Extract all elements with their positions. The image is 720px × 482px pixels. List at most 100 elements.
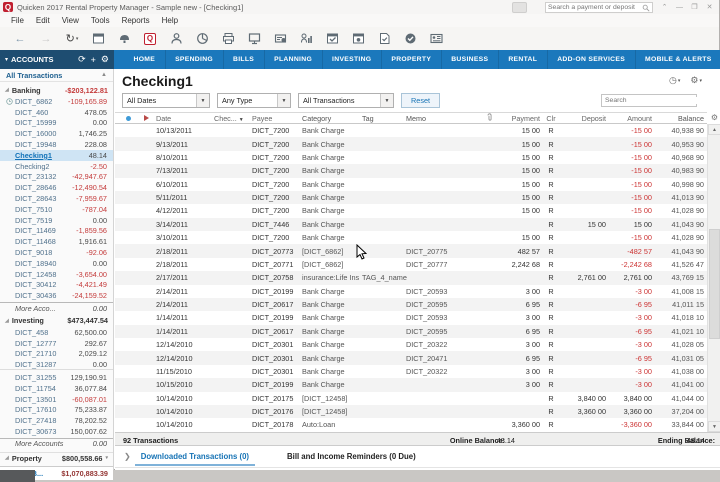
nav-property[interactable]: PROPERTY	[382, 50, 442, 69]
reset-filters-button[interactable]: Reset	[401, 93, 440, 108]
table-row[interactable]: 10/15/2010 DICT_20199 Bank Charge 3 00 R…	[115, 378, 707, 391]
sidebar-item-checking2[interactable]: Checking2 -2.50	[0, 161, 113, 172]
menu-edit[interactable]: Edit	[30, 16, 56, 25]
row-payee-cell[interactable]: DICT_7200	[249, 193, 299, 202]
table-row[interactable]: 2/18/2011 DICT_20771 [DICT_6862] DICT_20…	[115, 258, 707, 271]
row-memo-cell[interactable]: DICT_20322	[403, 340, 483, 349]
row-clr-cell[interactable]: R	[543, 420, 559, 429]
sidebar-item-dict-13501[interactable]: DICT_13501 -60,087.01	[0, 394, 113, 405]
row-date-cell[interactable]: 6/10/2011	[153, 180, 211, 189]
row-payee-cell[interactable]: DICT_20617	[249, 300, 299, 309]
row-date-cell[interactable]: 10/14/2010	[153, 394, 211, 403]
scroll-up-icon[interactable]: ▲	[101, 72, 107, 78]
row-balance-cell[interactable]: 37,204 00	[655, 407, 707, 416]
row-balance-cell[interactable]: 41,043 90	[655, 247, 707, 256]
calendar-icon[interactable]	[85, 30, 111, 47]
row-balance-cell[interactable]: 41,013 90	[655, 193, 707, 202]
sidebar-item-dict-28643[interactable]: DICT_28643 -7,959.67	[0, 193, 113, 204]
table-row[interactable]: 2/17/2011 DICT_20758 insurance:Life Ins …	[115, 271, 707, 284]
row-payment-cell[interactable]: 15 00	[495, 180, 543, 189]
row-amount-cell[interactable]: 2,761 00	[609, 273, 655, 282]
check-column-header[interactable]: Chec...▼	[211, 114, 249, 123]
row-category-cell[interactable]: Bank Charge	[299, 126, 359, 135]
address-card-icon[interactable]	[423, 30, 449, 47]
row-deposit-cell[interactable]: 15 00	[559, 220, 609, 229]
table-row[interactable]: 4/12/2011 DICT_7200 Bank Charge 15 00 R …	[115, 204, 707, 217]
row-balance-cell[interactable]: 41,044 00	[655, 394, 707, 403]
row-payment-cell[interactable]: 15 00	[495, 206, 543, 215]
bill-pay-icon[interactable]	[267, 30, 293, 47]
row-balance-cell[interactable]: 33,844 00	[655, 420, 707, 429]
row-memo-cell[interactable]: DICT_20595	[403, 327, 483, 336]
attachment-column-header[interactable]	[483, 113, 495, 124]
row-date-cell[interactable]: 8/10/2011	[153, 153, 211, 162]
sidebar-item-dict-7519[interactable]: DICT_7519 0.00	[0, 215, 113, 226]
row-payment-cell[interactable]: 3 00	[495, 313, 543, 322]
table-row[interactable]: 9/13/2011 DICT_7200 Bank Charge 15 00 R …	[115, 137, 707, 150]
row-payee-cell[interactable]: DICT_7200	[249, 166, 299, 175]
row-date-cell[interactable]: 1/14/2011	[153, 327, 211, 336]
row-amount-cell[interactable]: -482 57	[609, 247, 655, 256]
row-clr-cell[interactable]: R	[543, 380, 559, 389]
sidebar-item-dict-12458[interactable]: DICT_12458 -3,654.00	[0, 269, 113, 280]
nav-investing[interactable]: INVESTING	[323, 50, 382, 69]
row-date-cell[interactable]: 12/14/2010	[153, 340, 211, 349]
row-date-cell[interactable]: 5/11/2011	[153, 193, 211, 202]
row-date-cell[interactable]: 4/12/2011	[153, 206, 211, 215]
row-clr-cell[interactable]: R	[543, 153, 559, 162]
sidebar-item-dict-27418[interactable]: DICT_27418 78,202.52	[0, 415, 113, 426]
table-row[interactable]: 10/13/2011 DICT_7200 Bank Charge 15 00 R…	[115, 124, 707, 137]
table-row[interactable]: 1/14/2011 DICT_20617 Bank Charge DICT_20…	[115, 325, 707, 338]
row-payment-cell[interactable]: 15 00	[495, 140, 543, 149]
menu-view[interactable]: View	[56, 16, 85, 25]
accounts-panel-header[interactable]: ▾ ACCOUNTS ⟳ + ⚙	[0, 50, 114, 69]
row-balance-cell[interactable]: 41,018 10	[655, 313, 707, 322]
row-deposit-cell[interactable]: 2,761 00	[559, 273, 609, 282]
row-balance-cell[interactable]: 41,011 15	[655, 300, 707, 309]
sidebar-item-dict-11754[interactable]: DICT_11754 36,077.84	[0, 383, 113, 394]
row-clr-cell[interactable]: R	[543, 166, 559, 175]
add-account-icon[interactable]: +	[91, 55, 96, 65]
row-payee-cell[interactable]: DICT_20199	[249, 287, 299, 296]
row-date-cell[interactable]: 3/10/2011	[153, 233, 211, 242]
refresh-accounts-icon[interactable]: ⟳	[78, 54, 86, 65]
register-actions-gear-icon[interactable]: ⚙▾	[690, 75, 702, 86]
row-amount-cell[interactable]: -15 00	[609, 140, 655, 149]
row-payee-cell[interactable]: DICT_20758	[249, 273, 299, 282]
transactions-filter-select[interactable]: All Transactions ▼	[298, 93, 394, 108]
row-clr-cell[interactable]: R	[543, 126, 559, 135]
row-payee-cell[interactable]: DICT_20199	[249, 313, 299, 322]
row-clr-cell[interactable]: R	[543, 206, 559, 215]
row-category-cell[interactable]: Bank Charge	[299, 340, 359, 349]
table-row[interactable]: 2/14/2011 DICT_20617 Bank Charge DICT_20…	[115, 298, 707, 311]
row-amount-cell[interactable]: 15 00	[609, 220, 655, 229]
sidebar-item-dict-9018[interactable]: DICT_9018 -92.06	[0, 247, 113, 258]
clr-column-header[interactable]: Clr	[543, 114, 559, 123]
contacts-icon[interactable]	[163, 30, 189, 47]
table-row[interactable]: 12/14/2010 DICT_20301 Bank Charge DICT_2…	[115, 338, 707, 351]
sidebar-item-dict-23132[interactable]: DICT_23132 -42,947.67	[0, 172, 113, 183]
row-payee-cell[interactable]: DICT_7446	[249, 220, 299, 229]
row-date-cell[interactable]: 10/15/2010	[153, 380, 211, 389]
row-category-cell[interactable]: Bank Charge	[299, 233, 359, 242]
maximize-button[interactable]: ❐	[687, 1, 702, 13]
row-amount-cell[interactable]: -15 00	[609, 233, 655, 242]
row-category-cell[interactable]: Bank Charge	[299, 300, 359, 309]
titlebar-search[interactable]	[545, 2, 653, 13]
row-balance-cell[interactable]: 41,041 00	[655, 380, 707, 389]
row-balance-cell[interactable]: 41,021 10	[655, 327, 707, 336]
sidebar-section-property[interactable]: ◢ Property $800,558.66 ▾	[0, 452, 113, 464]
row-amount-cell[interactable]: 3,840 00	[609, 394, 655, 403]
tab-bill-income-reminders[interactable]: Bill and Income Reminders (0 Due)	[287, 446, 416, 467]
row-clr-cell[interactable]: R	[543, 273, 559, 282]
table-row[interactable]: 8/10/2011 DICT_7200 Bank Charge 15 00 R …	[115, 151, 707, 164]
row-date-cell[interactable]: 2/18/2011	[153, 247, 211, 256]
sidebar-item-dict-18940[interactable]: DICT_18940 0.00	[0, 258, 113, 269]
sidebar-item-dict-17610[interactable]: DICT_17610 75,233.87	[0, 405, 113, 416]
table-row[interactable]: 10/14/2010 DICT_20175 [DICT_12458] R 3,8…	[115, 392, 707, 405]
row-amount-cell[interactable]: -15 00	[609, 180, 655, 189]
row-payment-cell[interactable]: 6 95	[495, 354, 543, 363]
row-category-cell[interactable]: [DICT_12458]	[299, 407, 359, 416]
row-payment-cell[interactable]: 3 00	[495, 367, 543, 376]
row-balance-cell[interactable]: 41,008 15	[655, 287, 707, 296]
